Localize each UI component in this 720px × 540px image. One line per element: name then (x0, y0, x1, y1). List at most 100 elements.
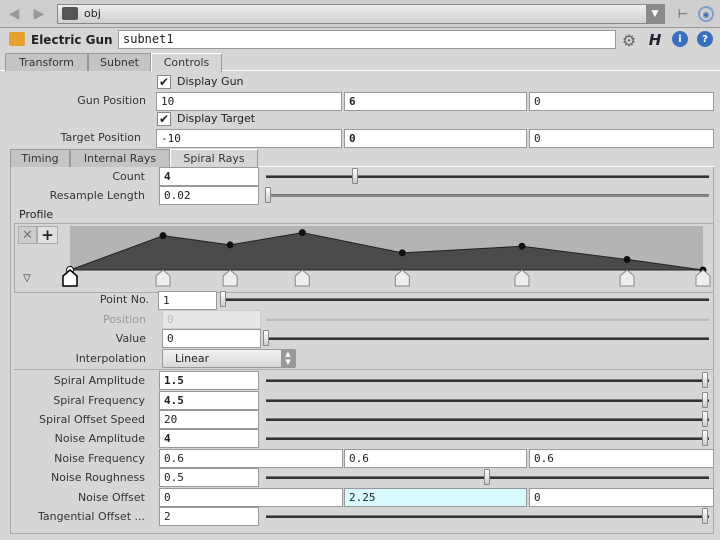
network-icon (62, 7, 78, 20)
noise-frequency-y[interactable]: 0.6 (344, 449, 527, 468)
spiral-offset-speed-slider[interactable] (266, 418, 709, 421)
noise-offset-z[interactable]: 0 (529, 488, 714, 507)
point-no-slider-thumb[interactable] (220, 291, 226, 307)
noise-amplitude-slider[interactable] (266, 437, 709, 440)
slider-thumb[interactable] (352, 168, 358, 184)
noise-offset-y[interactable]: 2.25 (344, 488, 527, 507)
target-position-x[interactable]: -10 (156, 129, 342, 148)
sub-tabbar: Timing Internal Rays Spiral Rays (10, 149, 714, 167)
help-h-icon[interactable]: H (646, 31, 664, 49)
noise-offset-x[interactable]: 0 (159, 488, 343, 507)
ramp-key-handle[interactable] (696, 270, 710, 286)
gun-position-y[interactable]: 6 (344, 92, 527, 111)
ramp-key-handle[interactable] (63, 270, 77, 286)
remove-key-icon[interactable]: ✕ (18, 226, 37, 244)
tab-timing[interactable]: Timing (10, 149, 70, 167)
slider-thumb[interactable] (702, 508, 708, 524)
profile-ramp[interactable] (60, 224, 714, 290)
path-text: obj (84, 7, 101, 20)
gun-position-z[interactable]: 0 (529, 92, 714, 111)
count-input[interactable]: 4 (159, 167, 259, 186)
tangential-offset-slider[interactable] (266, 515, 709, 518)
display-gun-checkbox[interactable]: ✔ (157, 75, 171, 89)
position-slider (266, 318, 709, 321)
spiral-frequency-label: Spiral Frequency (0, 394, 145, 407)
ramp-key-handle[interactable] (515, 270, 529, 286)
spiral-frequency-slider[interactable] (266, 399, 709, 402)
noise-amplitude-input[interactable]: 4 (159, 429, 259, 448)
spiral-offset-speed-input[interactable]: 20 (159, 410, 259, 429)
ramp-key-handle[interactable] (156, 270, 170, 286)
add-key-icon[interactable]: + (37, 226, 58, 244)
tab-controls[interactable]: Controls (151, 53, 222, 72)
count-slider[interactable] (266, 175, 709, 178)
position-label: Position (0, 313, 146, 326)
ramp-key-handle[interactable] (395, 270, 409, 286)
spiral-amplitude-input[interactable]: 1.5 (159, 371, 259, 390)
value-input[interactable]: 0 (162, 329, 261, 348)
display-target-checkbox[interactable]: ✔ (157, 112, 171, 126)
point-no-slider[interactable] (223, 298, 709, 301)
ramp-key-point[interactable] (299, 230, 305, 236)
interpolation-value: Linear (175, 352, 209, 365)
noise-frequency-x[interactable]: 0.6 (159, 449, 343, 468)
pin-icon[interactable]: ⊢ (675, 6, 691, 22)
noise-roughness-label: Noise Roughness (0, 471, 145, 484)
divider (14, 369, 714, 370)
path-dropdown-icon[interactable]: ▼ (646, 5, 664, 23)
ramp-key-point[interactable] (519, 243, 525, 249)
path-field[interactable]: obj ▼ (57, 4, 665, 24)
slider-thumb[interactable] (265, 187, 271, 203)
forward-arrow-icon[interactable]: ▶ (31, 6, 47, 22)
slider-thumb[interactable] (702, 392, 708, 408)
noise-frequency-z[interactable]: 0.6 (529, 449, 714, 468)
slider-thumb[interactable] (702, 430, 708, 446)
ramp-key-point[interactable] (160, 233, 166, 239)
gun-position-x[interactable]: 10 (156, 92, 342, 111)
parameter-header: Electric Gun subnet1 ⚙ H i ? (0, 29, 720, 51)
target-position-z[interactable]: 0 (529, 129, 714, 148)
value-slider-thumb[interactable] (263, 330, 269, 346)
tab-transform[interactable]: Transform (5, 53, 88, 71)
tab-subnet[interactable]: Subnet (88, 53, 151, 71)
link-icon[interactable]: ◉ (698, 6, 714, 22)
interpolation-select[interactable]: Linear▲▼ (162, 349, 296, 368)
profile-label: Profile (19, 208, 53, 221)
value-slider[interactable] (266, 337, 709, 340)
tangential-offset-input[interactable]: 2 (159, 507, 259, 526)
noise-roughness-input[interactable]: 0.5 (159, 468, 259, 487)
collapse-triangle-icon[interactable]: ▽ (20, 272, 34, 284)
gun-position-label: Gun Position (0, 94, 146, 107)
help-icon[interactable]: ? (697, 31, 713, 47)
tab-spiral-rays[interactable]: Spiral Rays (170, 149, 258, 168)
display-gun-label: Display Gun (177, 75, 244, 88)
resample-length-input[interactable]: 0.02 (159, 186, 259, 205)
node-type-icon[interactable] (9, 32, 25, 46)
slider-thumb[interactable] (702, 372, 708, 388)
ramp-key-point[interactable] (399, 250, 405, 256)
ramp-key-handle[interactable] (223, 270, 237, 286)
back-arrow-icon[interactable]: ◀ (6, 6, 22, 22)
position-input: 0 (162, 310, 261, 329)
slider-thumb[interactable] (702, 411, 708, 427)
spiral-amplitude-slider[interactable] (266, 379, 709, 382)
resample-length-label: Resample Length (0, 189, 145, 202)
ramp-key-handle[interactable] (620, 270, 634, 286)
ramp-key-point[interactable] (624, 256, 630, 262)
tab-internal-rays[interactable]: Internal Rays (70, 149, 170, 167)
target-position-label: Target Position (0, 131, 141, 144)
ramp-key-handle[interactable] (295, 270, 309, 286)
point-no-input[interactable]: 1 (158, 291, 217, 310)
ramp-key-point[interactable] (227, 242, 233, 248)
info-icon[interactable]: i (672, 31, 688, 47)
value-label: Value (0, 332, 146, 345)
node-name-input[interactable]: subnet1 (118, 30, 616, 49)
resample-length-slider[interactable] (266, 194, 709, 197)
interpolation-label: Interpolation (0, 352, 146, 365)
spiral-frequency-input[interactable]: 4.5 (159, 391, 259, 410)
noise-frequency-label: Noise Frequency (0, 452, 145, 465)
slider-thumb[interactable] (484, 469, 490, 485)
gear-icon[interactable]: ⚙ (620, 31, 638, 49)
count-label: Count (0, 170, 145, 183)
target-position-y[interactable]: 0 (344, 129, 527, 148)
